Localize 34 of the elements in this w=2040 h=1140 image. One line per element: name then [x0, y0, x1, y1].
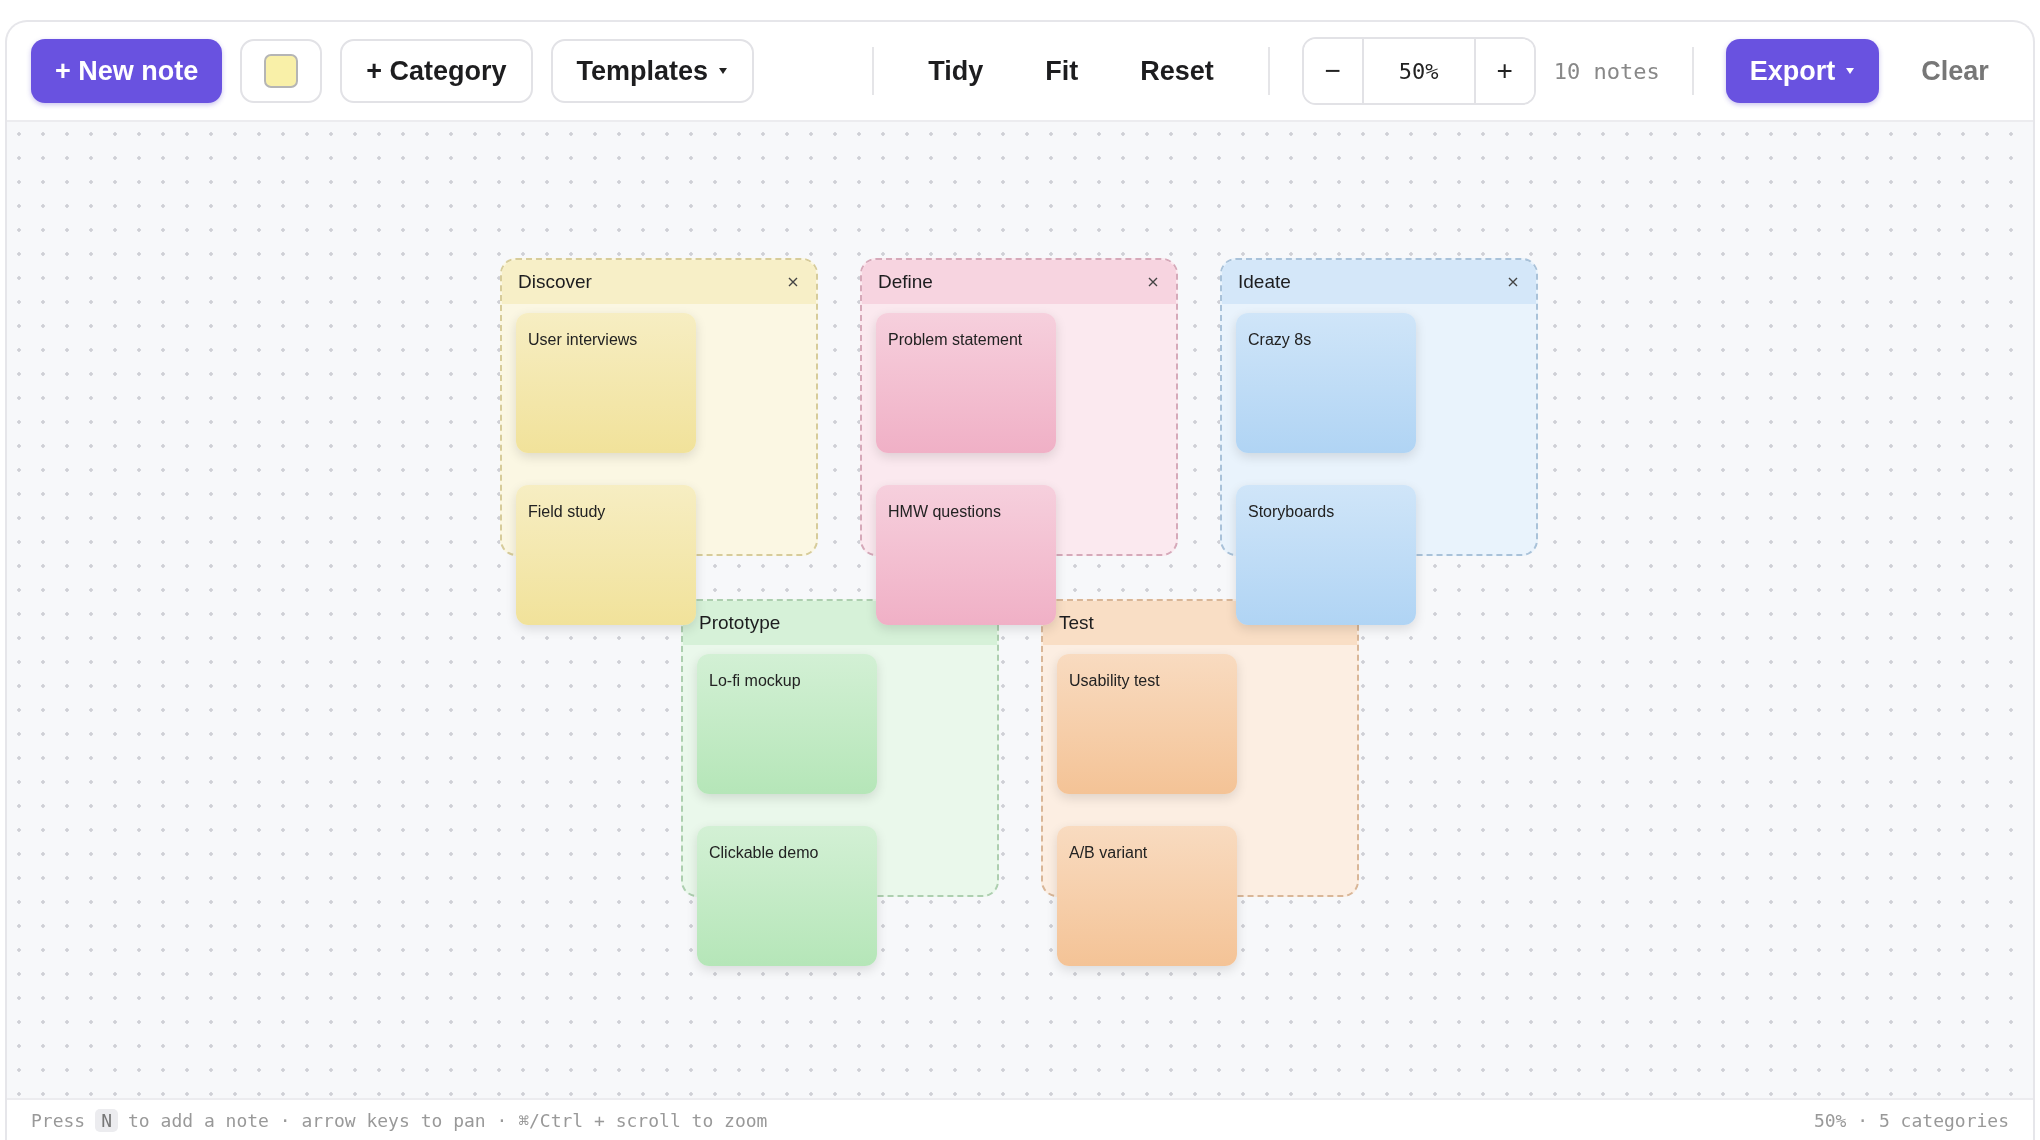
- caret-icon: [1845, 67, 1856, 75]
- toolbar-button[interactable]: Fit: [1023, 39, 1101, 103]
- add-category-button[interactable]: + Category: [340, 39, 533, 103]
- new-note-button[interactable]: + New note: [31, 39, 223, 103]
- close-icon[interactable]: [1148, 277, 1158, 287]
- clear-button[interactable]: Clear: [1897, 39, 2013, 103]
- sticky-note[interactable]: Lo-fi mockup: [697, 654, 877, 794]
- category-title: Ideate: [1238, 271, 1291, 293]
- category-title: Test: [1059, 612, 1094, 634]
- templates-button[interactable]: Templates: [550, 39, 755, 103]
- close-icon[interactable]: [1508, 277, 1518, 287]
- sticky-note[interactable]: Usability test: [1057, 654, 1237, 794]
- key-badge: N: [95, 1108, 119, 1132]
- sticky-note[interactable]: Crazy 8s: [1236, 313, 1416, 453]
- category-title: Discover: [518, 271, 592, 293]
- sticky-note[interactable]: Problem statement: [876, 313, 1056, 453]
- sticky-note[interactable]: Storyboards: [1236, 485, 1416, 625]
- status-text: 50% · 5 categories: [1813, 1109, 2009, 1131]
- hint-text: Press: [31, 1109, 86, 1131]
- sticky-note[interactable]: A/B variant: [1057, 826, 1237, 966]
- category-title: Define: [878, 271, 933, 293]
- caret-icon: [718, 67, 729, 75]
- sticky-note[interactable]: HMW questions: [876, 485, 1056, 625]
- toolbar-button[interactable]: Tidy: [906, 39, 1006, 103]
- export-button[interactable]: Export: [1725, 39, 1880, 103]
- category-title: Prototype: [699, 612, 781, 634]
- note-count: 10 notes: [1553, 58, 1660, 84]
- color-picker-button[interactable]: [240, 39, 323, 103]
- sticky-note[interactable]: Clickable demo: [697, 826, 877, 966]
- close-icon[interactable]: [788, 277, 798, 287]
- toolbar-button[interactable]: Reset: [1118, 39, 1236, 103]
- sticky-note[interactable]: User interviews: [516, 313, 696, 453]
- hint-text: to add a note · arrow keys to pan · ⌘/Ctrl + scroll to zoom: [128, 1109, 768, 1131]
- sticky-note[interactable]: Field study: [516, 485, 696, 625]
